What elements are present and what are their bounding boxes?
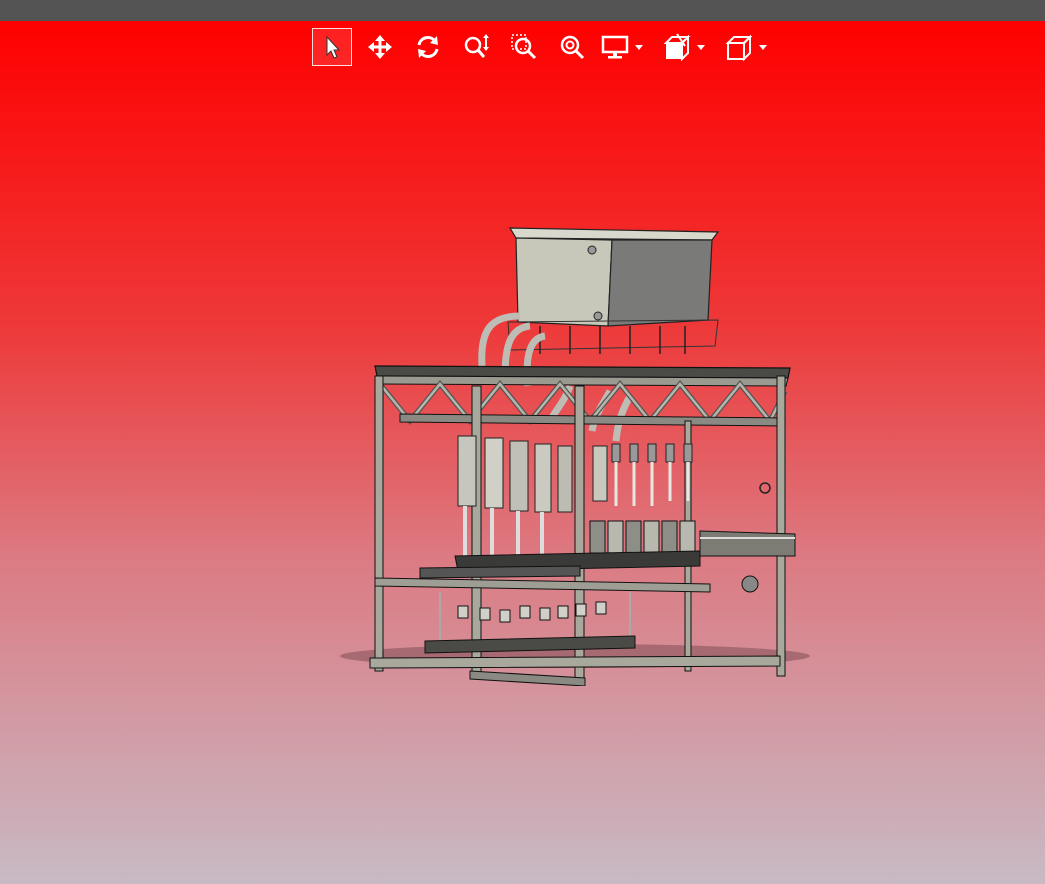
view-orientation-button[interactable] <box>724 28 754 66</box>
move-arrows-icon <box>368 35 392 59</box>
chevron-down-icon <box>759 44 767 50</box>
arrow-cursor-icon <box>326 35 341 59</box>
zoom-window-tool-button[interactable] <box>504 28 544 66</box>
select-tool-button[interactable] <box>312 28 352 66</box>
zoom-fit-tool-button[interactable] <box>552 28 592 66</box>
section-view-button[interactable] <box>662 28 692 66</box>
chevron-down-icon <box>697 44 705 50</box>
zoom-updown-icon <box>464 34 489 58</box>
monitor-icon <box>601 35 629 59</box>
view-toolbar <box>312 27 786 67</box>
filling-machine-model[interactable] <box>340 216 820 686</box>
zoom-window-icon <box>511 34 537 60</box>
zoom-tool-button[interactable] <box>456 28 496 66</box>
side-valve <box>759 482 771 494</box>
section-view-dropdown[interactable] <box>694 28 708 66</box>
3d-viewport[interactable] <box>0 21 1045 884</box>
title-bar <box>0 0 1045 21</box>
section-cube-icon <box>663 33 691 61</box>
app-window <box>0 0 1045 884</box>
cube-icon <box>725 34 753 61</box>
pan-tool-button[interactable] <box>360 28 400 66</box>
rotate-icon <box>417 36 439 58</box>
view-orientation-dropdown[interactable] <box>756 28 770 66</box>
chevron-down-icon <box>635 44 643 50</box>
display-mode-dropdown[interactable] <box>632 28 646 66</box>
filling-nozzles <box>611 443 693 506</box>
bottom-frame <box>369 635 781 686</box>
display-mode-button[interactable] <box>600 28 630 66</box>
mid-shelf <box>374 565 711 593</box>
zoom-fit-icon <box>560 35 585 60</box>
rotate-tool-button[interactable] <box>408 28 448 66</box>
bottles-row <box>589 520 696 554</box>
